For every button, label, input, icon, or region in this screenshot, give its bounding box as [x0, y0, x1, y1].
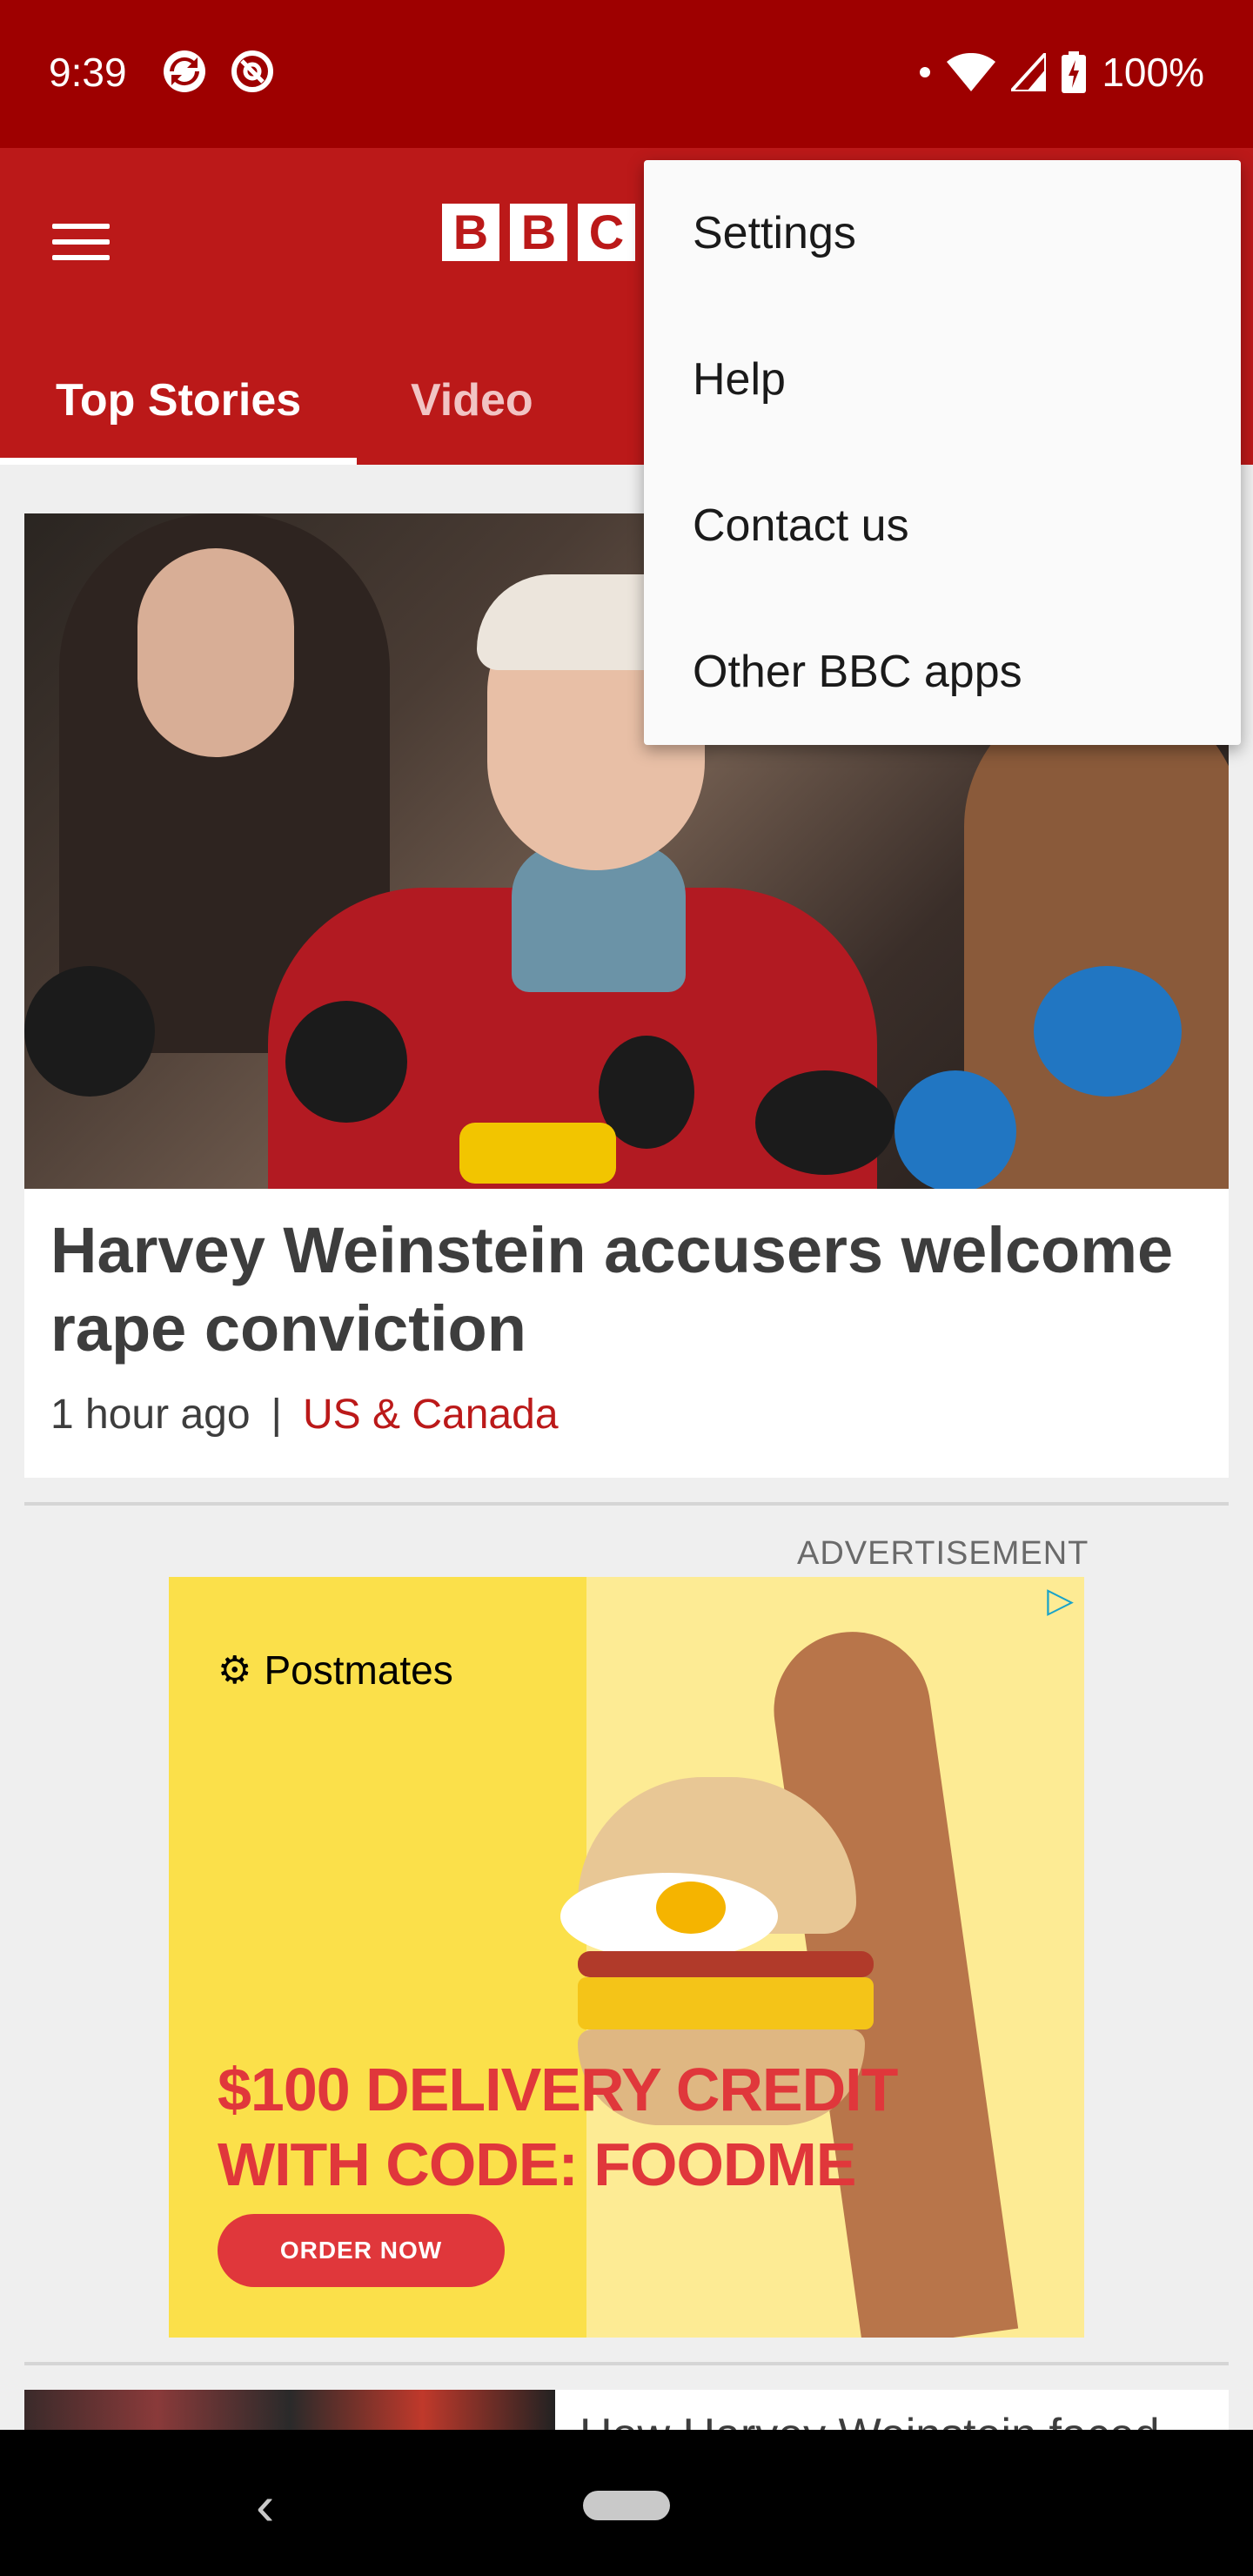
at-icon [231, 50, 273, 92]
back-icon[interactable]: ‹ [256, 2473, 274, 2538]
menu-item-help[interactable]: Help [693, 353, 786, 406]
tab-video[interactable]: Video [411, 331, 533, 465]
tab-top-stories[interactable]: Top Stories [56, 331, 301, 465]
battery-percent: 100% [1102, 50, 1204, 95]
next-story-title[interactable]: How Harvey Weinstein faced [580, 2409, 1160, 2430]
ad-brand: ⚙ Postmates [218, 1647, 453, 1694]
menu-item-other-bbc-apps[interactable]: Other BBC apps [693, 646, 1022, 698]
meta-separator: | [271, 1392, 282, 1438]
ad-promo: $100 DELIVERY CREDIT WITH CODE: FOODME [218, 2052, 898, 2202]
advertisement-banner[interactable]: ⚙ Postmates $100 DELIVERY CREDIT WITH CO… [169, 1577, 1084, 2338]
story-time: 1 hour ago [50, 1392, 251, 1438]
story-meta: 1 hour ago | US & Canada [50, 1391, 559, 1439]
status-right: 100% [919, 49, 1204, 96]
overflow-menu: Settings Help Contact us Other BBC apps [644, 160, 1241, 745]
menu-item-settings[interactable]: Settings [693, 207, 856, 259]
logo-letter-c: C [578, 204, 635, 261]
system-nav-bar: ‹ [0, 2430, 1253, 2576]
ad-promo-line1: $100 DELIVERY CREDIT [218, 2056, 898, 2123]
ad-order-button[interactable]: ORDER NOW [218, 2214, 505, 2287]
story-feed[interactable]: Harvey Weinstein accusers welcome rape c… [0, 465, 1253, 2430]
ad-promo-line2: WITH CODE: FOODME [218, 2130, 856, 2198]
home-pill-icon[interactable] [583, 2491, 670, 2520]
next-story-image [24, 2390, 555, 2430]
signal-icon [1011, 53, 1047, 91]
menu-item-contact-us[interactable]: Contact us [693, 500, 909, 552]
ad-label: ADVERTISEMENT [797, 1535, 1089, 1572]
status-time: 9:39 [49, 50, 127, 95]
bbc-logo: B B C [442, 204, 635, 261]
status-bar: 9:39 100% [0, 0, 1253, 148]
courier-bike-icon: ⚙ [218, 1648, 252, 1692]
logo-letter-b2: B [510, 204, 567, 261]
battery-icon [1062, 51, 1087, 93]
sync-icon [164, 50, 205, 92]
tab-selected-indicator [0, 458, 357, 465]
ad-brand-name: Postmates [264, 1647, 453, 1693]
wifi-icon [947, 53, 996, 91]
divider [24, 1502, 1229, 1506]
dot-icon [920, 67, 931, 77]
story-headline[interactable]: Harvey Weinstein accusers welcome rape c… [50, 1211, 1199, 1368]
hamburger-menu-icon[interactable] [52, 209, 118, 275]
divider [24, 2362, 1229, 2365]
story-section-link[interactable]: US & Canada [303, 1391, 559, 1439]
logo-letter-b1: B [442, 204, 499, 261]
next-story-card[interactable]: How Harvey Weinstein faced [24, 2390, 1229, 2430]
adchoices-icon[interactable]: ▷ [1047, 1580, 1074, 1620]
